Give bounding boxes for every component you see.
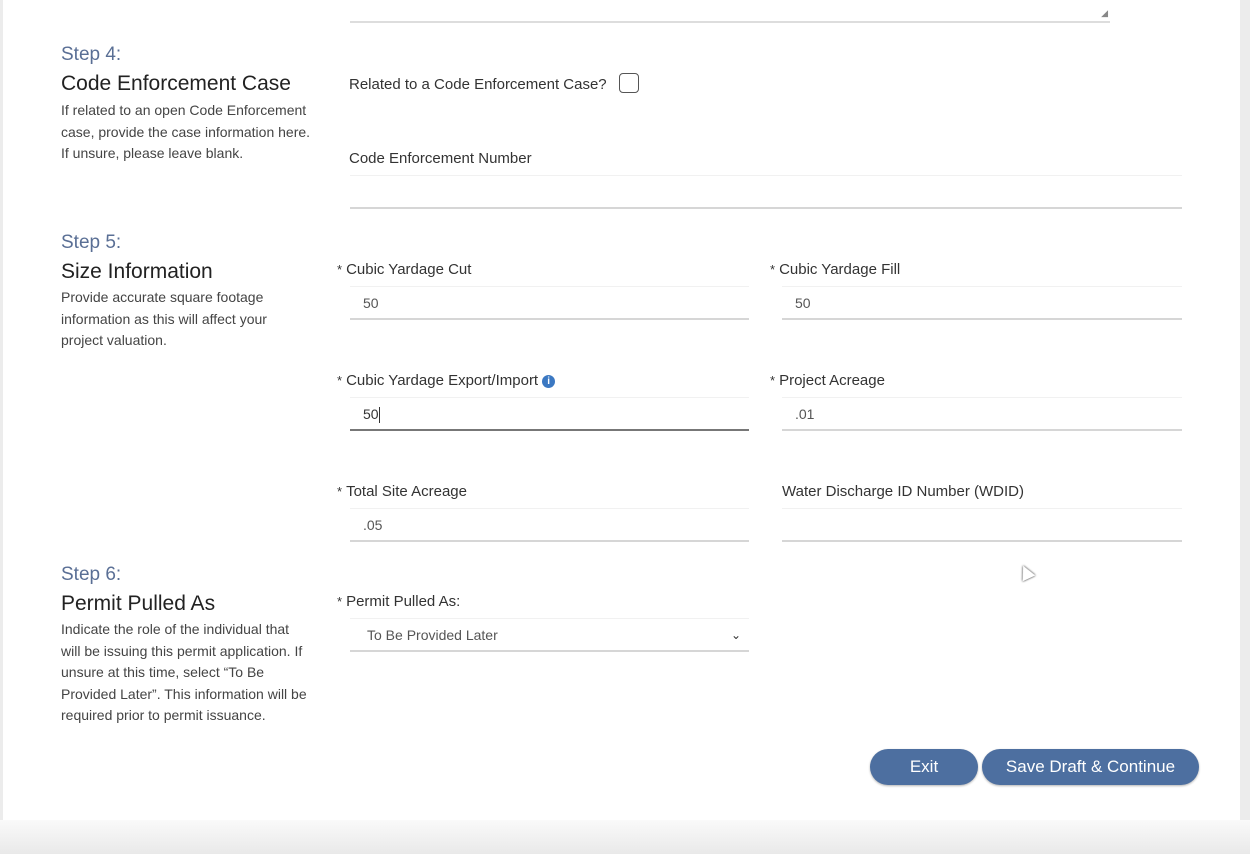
cubic-yardage-export-input[interactable]: 50 [350,397,749,431]
required-marker: * [770,373,776,388]
resize-handle-icon[interactable]: ◢ [1101,8,1108,19]
text-cursor [378,407,380,424]
code-enforcement-number-input[interactable] [350,175,1182,209]
step6-title: Permit Pulled As [61,592,216,615]
wdid-input[interactable] [782,508,1182,542]
step4-number: Step 4: [61,44,122,65]
input-value: 50 [363,406,379,422]
label-text: Permit Pulled As: [346,593,461,610]
step4-description: If related to an open Code Enforcement c… [61,102,311,161]
related-code-case-label: Related to a Code Enforcement Case? [349,76,607,93]
previous-textarea[interactable]: ◢ [350,0,1110,23]
chevron-down-icon: ⌄ [730,628,741,642]
label-text: Cubic Yardage Cut [346,261,472,278]
required-marker: * [337,262,343,277]
permit-pulled-as-select[interactable]: To Be Provided Later ⌄ [350,618,749,652]
cubic-yardage-fill-input[interactable]: 50 [782,286,1182,320]
project-acreage-input[interactable]: .01 [782,397,1182,431]
step6-description: Indicate the role of the individual that… [61,621,307,723]
label-text: Total Site Acreage [346,483,467,500]
label-text: Cubic Yardage Fill [779,261,901,278]
required-marker: * [337,594,343,609]
cubic-yardage-cut-input[interactable]: 50 [350,286,749,320]
exit-button[interactable]: Exit [870,749,978,785]
project-acreage-label: * Project Acreage [770,372,885,389]
required-marker: * [337,373,343,388]
cubic-yardage-cut-label: * Cubic Yardage Cut [337,261,471,278]
step4-title: Code Enforcement Case [61,72,291,95]
wdid-label: Water Discharge ID Number (WDID) [782,483,1024,500]
label-text: Cubic Yardage Export/Import [346,372,539,389]
required-marker: * [337,484,343,499]
step5-description: Provide accurate square footage informat… [61,289,267,348]
required-marker: * [770,262,776,277]
code-enforcement-number-label: Code Enforcement Number [349,150,532,167]
label-text: Project Acreage [779,372,885,389]
total-site-acreage-label: * Total Site Acreage [337,483,467,500]
total-site-acreage-input[interactable]: .05 [350,508,749,542]
selected-value: To Be Provided Later [367,627,498,643]
info-icon[interactable]: i [542,375,556,388]
cubic-yardage-export-label: * Cubic Yardage Export/Import i [337,372,556,389]
step6-number: Step 6: [61,564,122,585]
mouse-pointer-icon [1016,562,1036,582]
permit-pulled-as-label: * Permit Pulled As: [337,593,460,610]
related-code-case-checkbox[interactable] [619,73,639,93]
scrollbar-track[interactable] [1240,0,1250,854]
step5-number: Step 5: [61,232,122,253]
page-footer-bar [0,820,1250,854]
page-edge [0,0,3,854]
save-draft-continue-button[interactable]: Save Draft & Continue [982,749,1199,785]
step5-title: Size Information [61,260,213,283]
cubic-yardage-fill-label: * Cubic Yardage Fill [770,261,900,278]
